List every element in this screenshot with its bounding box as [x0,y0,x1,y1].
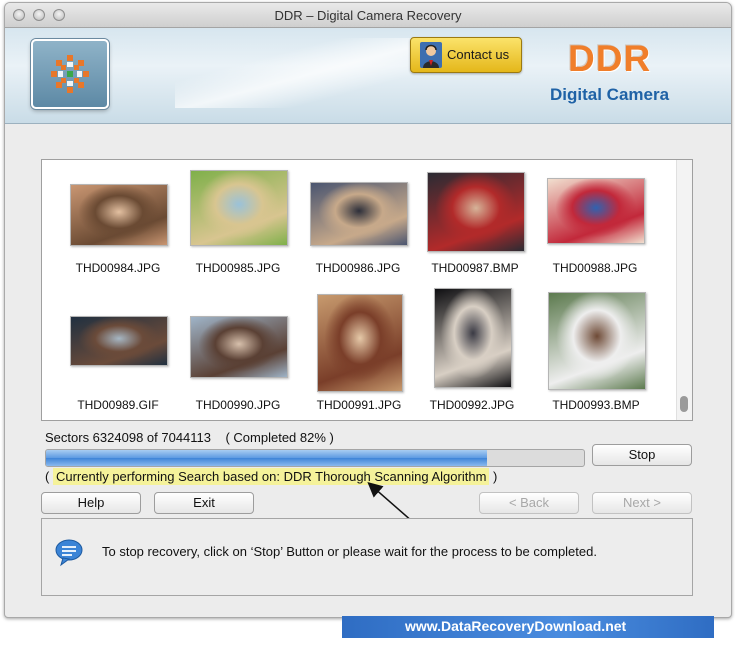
thumbnail-image[interactable] [548,292,646,390]
help-button[interactable]: Help [41,492,141,514]
progress-fill [46,450,488,466]
thumbnail-filename: THD00984.JPG [75,261,161,275]
gallery-scrollbar[interactable] [676,160,692,420]
thumbnail-image[interactable] [310,182,408,246]
app-logo [31,39,109,109]
brand-subtitle: Digital Camera [550,85,670,104]
app-header: Contact us DDR Digital Camera [5,28,731,124]
exit-button[interactable]: Exit [154,492,254,514]
thumbnail-filename: THD00991.JPG [316,398,402,412]
back-button[interactable]: < Back [479,492,579,514]
thumbnail-image[interactable] [317,294,403,392]
speech-bubble-icon [55,539,83,567]
recovered-files-gallery[interactable]: THD00984.JPG THD00985.JPG THD00986.JPG THD0… [41,159,693,421]
next-button[interactable]: Next > [592,492,692,514]
thumbnail-filename: THD00989.GIF [77,398,159,412]
thumbnail-filename: THD00990.JPG [195,398,281,412]
sectors-status: Sectors 6324098 of 7044113 ( Completed 8… [45,430,334,445]
recovery-progress-bar [45,449,585,467]
title-bar: DDR – Digital Camera Recovery [5,3,731,28]
thumbnail-image[interactable] [547,178,645,244]
brand-title: DDR [568,38,652,79]
thumbnail-image[interactable] [190,170,288,246]
info-panel: To stop recovery, click on ‘Stop’ Button… [41,518,693,596]
sectors-count: Sectors 6324098 of 7044113 [45,430,212,445]
thumbnail-image[interactable] [190,316,288,378]
contact-us-label: Contact us [447,47,510,62]
completed-percent: ( Completed 82% ) [225,430,334,445]
app-window: DDR – Digital Camera Recovery Contact us… [4,2,732,618]
info-message: To stop recovery, click on ‘Stop’ Button… [102,544,597,559]
thumbnail-filename: THD00987.BMP [431,261,519,275]
thumbnail-filename: THD00993.BMP [552,398,640,412]
thumbnail-filename: THD00986.JPG [315,261,401,275]
thumbnail-filename: THD00992.JPG [429,398,515,412]
thumbnail-image[interactable] [70,316,168,366]
footer-url[interactable]: www.DataRecoveryDownload.net [405,618,626,634]
scroll-thumb[interactable] [680,396,688,412]
thumbnail-image[interactable] [70,184,168,246]
contact-us-button[interactable]: Contact us [410,37,522,73]
thumbnail-filename: THD00988.JPG [552,261,638,275]
thumbnail-image[interactable] [427,172,525,252]
camera-recovery-logo-icon [51,55,89,93]
thumbnail-filename: THD00985.JPG [195,261,281,275]
window-title: DDR – Digital Camera Recovery [274,8,462,23]
support-person-icon [420,42,442,68]
stop-button[interactable]: Stop [592,444,692,466]
thumbnail-image[interactable] [434,288,512,388]
